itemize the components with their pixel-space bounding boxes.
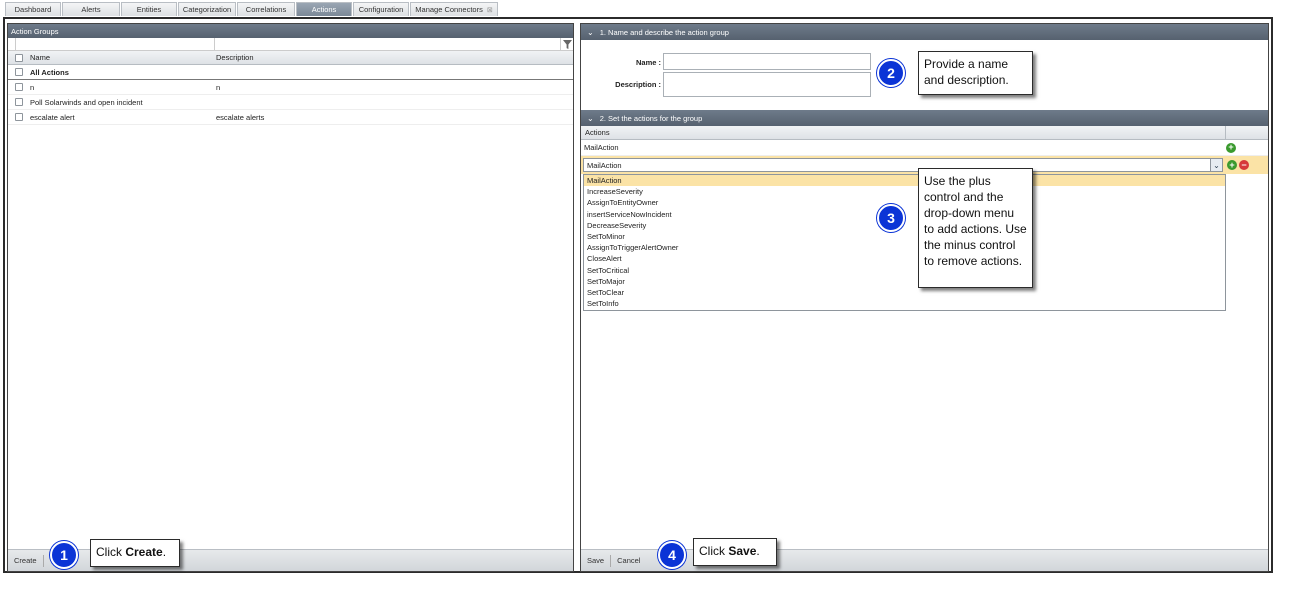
tab-bar: Dashboard Alerts Entities Categorization… <box>5 2 499 16</box>
row-checkbox[interactable] <box>15 98 23 106</box>
action-row-label: MailAction <box>584 143 619 152</box>
divider <box>1225 125 1226 140</box>
tab-label: Actions <box>311 5 337 14</box>
step-2-badge: 2 <box>877 59 905 87</box>
column-header: Name Description <box>8 51 573 65</box>
section-title: 1. Name and describe the action group <box>599 27 729 37</box>
dropdown-option[interactable]: IncreaseSeverity <box>584 186 1225 197</box>
tab-label: Manage Connectors <box>415 5 483 14</box>
callout-text: Click <box>96 545 126 559</box>
step-4-badge: 4 <box>658 541 686 569</box>
create-button[interactable]: Create <box>8 556 43 565</box>
row-checkbox[interactable] <box>15 68 23 76</box>
tab-entities[interactable]: Entities <box>121 2 177 16</box>
save-button[interactable]: Save <box>581 556 610 565</box>
tab-manage-connectors[interactable]: Manage Connectors ⊠ <box>410 2 498 16</box>
dropdown-option[interactable]: SetToMajor <box>584 276 1225 287</box>
close-icon[interactable]: ⊠ <box>487 6 493 14</box>
column-description[interactable]: Description <box>216 53 254 62</box>
minus-icon[interactable]: − <box>1239 160 1249 170</box>
filter-spacer <box>8 38 16 50</box>
section-title: 2. Set the actions for the group <box>599 113 703 123</box>
plus-icon[interactable]: + <box>1227 160 1237 170</box>
filter-icon[interactable] <box>561 38 573 50</box>
row-checkbox[interactable] <box>15 113 23 121</box>
action-select-value: MailAction <box>587 160 622 170</box>
row-name: Poll Solarwinds and open incident <box>30 97 143 107</box>
callout-text: . <box>162 545 167 559</box>
all-actions-label: All Actions <box>30 67 69 77</box>
row-checkbox[interactable] <box>15 83 23 91</box>
step-4-callout: Click Save. <box>693 538 777 566</box>
chevron-down-icon[interactable]: ⌄ <box>587 114 594 123</box>
panel-title: Action Groups <box>8 24 573 38</box>
tab-label: Dashboard <box>14 5 52 14</box>
all-actions-row[interactable]: All Actions <box>8 65 573 80</box>
divider <box>42 554 44 567</box>
dropdown-option[interactable]: SetToInfo <box>584 298 1225 309</box>
action-row[interactable]: MailAction + <box>581 140 1268 156</box>
callout-text: Click <box>699 544 729 558</box>
column-name[interactable]: Name <box>30 53 216 62</box>
actions-header-label: Actions <box>585 128 610 137</box>
section-set-actions[interactable]: ⌄ 2. Set the actions for the group <box>581 110 1268 126</box>
row-description: n <box>216 82 221 92</box>
chevron-down-icon[interactable]: ⌄ <box>587 28 594 37</box>
app-root: Dashboard Alerts Entities Categorization… <box>0 0 1291 593</box>
callout-text: . <box>756 544 760 558</box>
step-1-badge: 1 <box>50 541 78 569</box>
row-name: escalate alert <box>30 112 75 122</box>
tab-label: Alerts <box>81 5 101 14</box>
actions-grid: Actions MailAction + MailAction ⌄ + − Ma… <box>581 125 1268 311</box>
dropdown-option[interactable]: SetToClear <box>584 287 1225 298</box>
name-input[interactable] <box>663 53 871 70</box>
callout-bold: Save <box>728 544 757 558</box>
section-name-describe[interactable]: ⌄ 1. Name and describe the action group <box>581 24 1268 40</box>
tab-label: Configuration <box>358 5 404 14</box>
action-groups-panel: Action Groups Name Description All Actio… <box>7 23 574 572</box>
step-3-callout: Use the plus control and the drop-down m… <box>918 168 1033 288</box>
tab-dashboard[interactable]: Dashboard <box>5 2 61 16</box>
dropdown-option[interactable]: SetToMinor <box>584 231 1225 242</box>
filter-row <box>8 38 573 51</box>
step-3-badge: 3 <box>877 204 905 232</box>
tab-correlations[interactable]: Correlations <box>237 2 295 16</box>
dropdown-option[interactable]: AssignToEntityOwner <box>584 197 1225 208</box>
tab-alerts[interactable]: Alerts <box>62 2 120 16</box>
row-description: escalate alerts <box>216 112 265 122</box>
name-label: Name : <box>635 58 661 67</box>
dropdown-option[interactable]: AssignToTriggerAlertOwner <box>584 242 1225 253</box>
step-1-callout: Click Create. <box>90 539 180 567</box>
chevron-down-icon[interactable]: ⌄ <box>1210 159 1222 171</box>
tab-label: Correlations <box>245 5 287 14</box>
cancel-button[interactable]: Cancel <box>611 556 646 565</box>
plus-icon[interactable]: + <box>1226 142 1236 153</box>
main-frame: Action Groups Name Description All Actio… <box>3 17 1273 573</box>
dropdown-option[interactable]: SetToCritical <box>584 265 1225 276</box>
step-2-callout: Provide a name and description. <box>918 51 1033 95</box>
tab-configuration[interactable]: Configuration <box>353 2 409 16</box>
select-all-checkbox[interactable] <box>15 53 23 62</box>
description-label: Description : <box>615 80 661 89</box>
tab-categorization[interactable]: Categorization <box>178 2 236 16</box>
actions-column-header: Actions <box>581 125 1268 140</box>
row-name: n <box>30 82 35 92</box>
tab-actions[interactable]: Actions <box>296 2 352 16</box>
action-group-editor: ⌄ 1. Name and describe the action group … <box>580 23 1269 572</box>
table-row[interactable]: n n <box>8 80 573 95</box>
description-input[interactable] <box>663 72 871 97</box>
table-row[interactable]: escalate alert escalate alerts <box>8 110 573 125</box>
tab-label: Entities <box>136 5 162 14</box>
tab-label: Categorization <box>182 5 232 14</box>
dropdown-option[interactable]: CloseAlert <box>584 253 1225 264</box>
name-filter-input[interactable] <box>16 38 215 50</box>
table-row[interactable]: Poll Solarwinds and open incident <box>8 95 573 110</box>
action-select[interactable]: MailAction ⌄ <box>583 158 1223 172</box>
description-filter-input[interactable] <box>215 38 561 50</box>
dropdown-option[interactable]: MailAction <box>584 175 1225 187</box>
action-dropdown-list: MailAction IncreaseSeverity AssignToEntity… <box>583 174 1226 311</box>
callout-bold: Create <box>125 545 163 559</box>
